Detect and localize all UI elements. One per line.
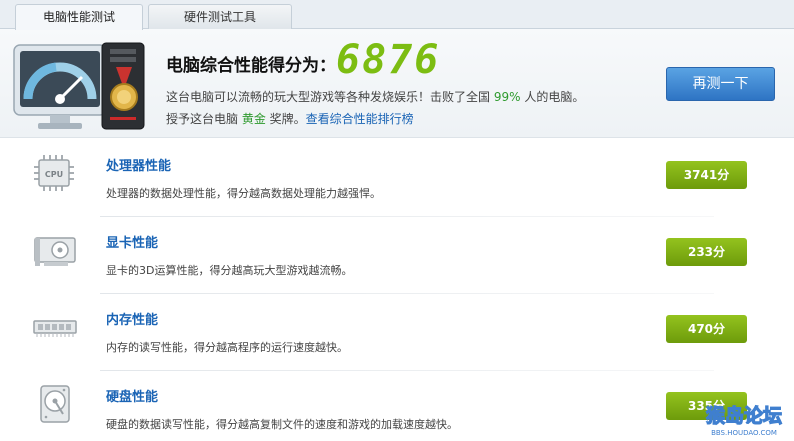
retest-button[interactable]: 再测一下 — [666, 67, 775, 101]
overall-score-label: 电脑综合性能得分为： — [166, 56, 336, 76]
score-description-prefix: 这台电脑可以流畅的玩大型游戏等各种发烧娱乐！击败了全国 — [166, 90, 494, 104]
disk-performance-title[interactable]: 硬盘性能 — [106, 386, 158, 405]
tab-hardware-test-tools[interactable]: 硬件测试工具 — [148, 4, 292, 30]
score-summary-panel: 电脑综合性能得分为： 6876 这台电脑可以流畅的玩大型游戏等各种发烧娱乐！击败… — [0, 29, 794, 138]
cpu-icon-text: CPU — [45, 170, 63, 179]
memory-performance-item: 内存性能 内存的读写性能，得分越高程序的运行速度越快。 470分 — [0, 293, 794, 371]
score-description-suffix: 人的电脑。 — [520, 90, 585, 104]
cpu-performance-title[interactable]: 处理器性能 — [106, 155, 171, 174]
award-prefix: 授予这台电脑 — [166, 112, 242, 126]
hard-disk-icon — [40, 385, 70, 423]
cpu-icon: CPU — [34, 155, 74, 191]
graphics-score-badge: 233分 — [666, 238, 747, 266]
award-line: 授予这台电脑 黄金 奖牌。查看综合性能排行榜 — [166, 110, 414, 127]
graphics-performance-title[interactable]: 显卡性能 — [106, 232, 158, 251]
beat-percentage: 99% — [493, 90, 521, 104]
computer-speedometer-icon — [13, 42, 145, 130]
forum-watermark-logo: 猴岛论坛 BBS.HOUDAO.COM — [705, 403, 782, 437]
watermark-sub-text: BBS.HOUDAO.COM — [711, 429, 777, 437]
score-description: 这台电脑可以流畅的玩大型游戏等各种发烧娱乐！击败了全国 99% 人的电脑。 — [166, 88, 584, 105]
disk-performance-description: 硬盘的数据读写性能，得分越高复制文件的速度和游戏的加载速度越快。 — [106, 418, 458, 431]
memory-icon — [33, 320, 77, 337]
memory-score-badge: 470分 — [666, 315, 747, 343]
cpu-score-badge: 3741分 — [666, 161, 747, 189]
graphics-performance-description: 显卡的3D运算性能，得分越高玩大型游戏越流畅。 — [106, 264, 353, 277]
tab-pc-performance-test[interactable]: 电脑性能测试 — [15, 4, 143, 30]
performance-ranking-link[interactable]: 查看综合性能排行榜 — [306, 112, 414, 126]
cpu-performance-description: 处理器的数据处理性能，得分越高数据处理能力越强悍。 — [106, 187, 381, 200]
graphics-card-icon — [34, 237, 76, 266]
graphics-performance-item: 显卡性能 显卡的3D运算性能，得分越高玩大型游戏越流畅。 233分 — [0, 216, 794, 294]
disk-performance-item: 硬盘性能 硬盘的数据读写性能，得分越高复制文件的速度和游戏的加载速度越快。 33… — [0, 370, 794, 441]
tab-bar: 电脑性能测试 硬件测试工具 — [0, 0, 794, 30]
award-level: 黄金 — [241, 112, 266, 126]
memory-performance-description: 内存的读写性能，得分越高程序的运行速度越快。 — [106, 341, 348, 354]
cpu-performance-item: CPU 处理器性能 处理器的数据处理性能，得分越高数据处理能力越强悍。 3741… — [0, 139, 794, 217]
overall-score-value: 6876 — [336, 37, 441, 83]
watermark-main-text: 猴岛论坛 — [706, 404, 782, 427]
memory-performance-title[interactable]: 内存性能 — [106, 309, 158, 328]
award-suffix: 奖牌。 — [265, 112, 306, 126]
